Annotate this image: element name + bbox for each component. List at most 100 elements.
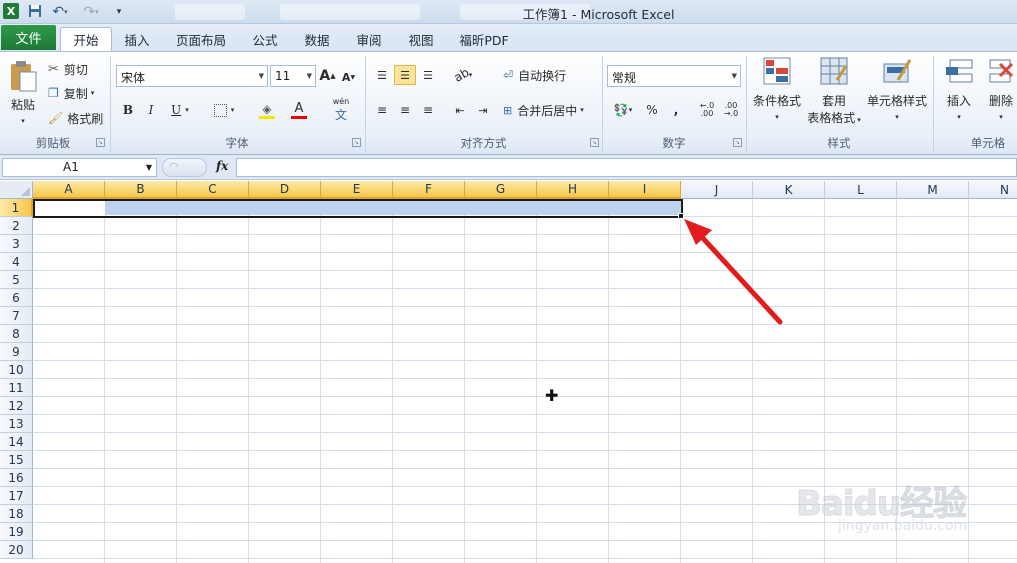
- font-size-value: 11: [275, 69, 291, 83]
- merge-center-button[interactable]: ⊞ 合并后居中 ▾: [503, 100, 597, 120]
- column-header-a[interactable]: A: [33, 181, 105, 199]
- row-header-4[interactable]: 4: [0, 253, 33, 271]
- column-header-l[interactable]: L: [825, 181, 897, 199]
- row-header-14[interactable]: 14: [0, 433, 33, 451]
- increase-indent-button[interactable]: ⇥: [473, 100, 493, 120]
- tab-foxit-pdf[interactable]: 福昕PDF: [452, 27, 516, 51]
- align-right-button[interactable]: ≡: [418, 100, 438, 120]
- font-name-select[interactable]: 宋体 ▼: [116, 65, 268, 87]
- cell-styles-button[interactable]: 单元格样式 ▾: [866, 56, 928, 132]
- orientation-button[interactable]: ab ▾: [448, 65, 478, 85]
- row-header-17[interactable]: 17: [0, 487, 33, 505]
- row-header-12[interactable]: 12: [0, 397, 33, 415]
- wrap-text-button[interactable]: ⏎ 自动换行: [503, 65, 583, 85]
- watermark-url: jingyan.baidu.com: [838, 518, 968, 534]
- column-header-e[interactable]: E: [321, 181, 393, 199]
- font-launcher-icon[interactable]: ↘: [352, 138, 361, 147]
- conditional-formatting-button[interactable]: 条件格式 ▾: [750, 56, 804, 132]
- align-middle-button[interactable]: ☰: [394, 65, 416, 85]
- row-header-1[interactable]: 1: [0, 199, 33, 217]
- row-header-7[interactable]: 7: [0, 307, 33, 325]
- column-header-f[interactable]: F: [393, 181, 465, 199]
- align-middle-icon: ☰: [400, 68, 410, 82]
- column-header-g[interactable]: G: [465, 181, 537, 199]
- column-header-b[interactable]: B: [105, 181, 177, 199]
- font-color-button[interactable]: A: [284, 100, 314, 120]
- font-name-value: 宋体: [121, 71, 146, 85]
- paste-button[interactable]: 粘贴 ▾: [6, 56, 40, 128]
- copy-button[interactable]: ❐ 复制 ▾: [48, 84, 108, 102]
- select-all-button[interactable]: [0, 181, 33, 199]
- align-top-button[interactable]: ☰: [372, 65, 392, 85]
- tab-view[interactable]: 视图: [399, 27, 443, 51]
- row-header-6[interactable]: 6: [0, 289, 33, 307]
- number-format-select[interactable]: 常规 ▼: [607, 65, 741, 87]
- row-header-3[interactable]: 3: [0, 235, 33, 253]
- align-center-button[interactable]: ≡: [395, 100, 415, 120]
- align-left-button[interactable]: ≡: [372, 100, 392, 120]
- row-header-10[interactable]: 10: [0, 361, 33, 379]
- delete-cells-button[interactable]: 删除 ▾: [982, 56, 1017, 132]
- decrease-decimal-button[interactable]: .00 →.0: [720, 100, 742, 120]
- tab-data[interactable]: 数据: [295, 27, 339, 51]
- column-header-k[interactable]: K: [753, 181, 825, 199]
- decrease-indent-button[interactable]: ⇤: [450, 100, 470, 120]
- increase-decimal-button[interactable]: ←.0 .00: [696, 100, 718, 120]
- tab-file[interactable]: 文件: [1, 25, 56, 50]
- row-header-13[interactable]: 13: [0, 415, 33, 433]
- column-header-n[interactable]: N: [969, 181, 1017, 199]
- clipboard-launcher-icon[interactable]: ↘: [96, 138, 105, 147]
- row-header-15[interactable]: 15: [0, 451, 33, 469]
- borders-button[interactable]: ▾: [208, 100, 240, 120]
- insert-function-icon[interactable]: fx: [216, 159, 228, 173]
- grow-font-button[interactable]: A ▲: [319, 66, 336, 86]
- row-header-9[interactable]: 9: [0, 343, 33, 361]
- column-header-c[interactable]: C: [177, 181, 249, 199]
- percent-style-button[interactable]: %: [642, 100, 662, 120]
- format-as-table-button[interactable]: 套用 表格格式 ▾: [804, 56, 864, 132]
- fill-handle[interactable]: [678, 213, 684, 219]
- selection-border: [33, 199, 683, 218]
- column-header-i[interactable]: I: [609, 181, 681, 199]
- column-header-m[interactable]: M: [897, 181, 969, 199]
- row-header-5[interactable]: 5: [0, 271, 33, 289]
- column-header-h[interactable]: H: [537, 181, 609, 199]
- bold-button[interactable]: B: [119, 100, 137, 120]
- name-box[interactable]: A1 ▼: [2, 158, 157, 177]
- title-bar: X ↶ ▾ ↷ ▾ ▾ 工作簿1 - Microsoft Excel: [0, 0, 1017, 24]
- row-header-16[interactable]: 16: [0, 469, 33, 487]
- conditional-formatting-icon: [763, 57, 791, 85]
- accounting-format-button[interactable]: 💱 ▾: [608, 100, 638, 120]
- row-header-11[interactable]: 11: [0, 379, 33, 397]
- row-header-19[interactable]: 19: [0, 523, 33, 541]
- merge-cells-icon: ⊞: [503, 103, 513, 117]
- row-header-2[interactable]: 2: [0, 217, 33, 235]
- tab-review[interactable]: 审阅: [347, 27, 391, 51]
- underline-button[interactable]: U ▾: [165, 100, 195, 120]
- paintbrush-icon: 🖌: [48, 111, 64, 125]
- align-bottom-button[interactable]: ☰: [418, 65, 438, 85]
- tab-page-layout[interactable]: 页面布局: [168, 27, 234, 51]
- formula-input[interactable]: [236, 158, 1017, 177]
- row-header-18[interactable]: 18: [0, 505, 33, 523]
- column-header-j[interactable]: J: [681, 181, 753, 199]
- font-size-select[interactable]: 11 ▼: [270, 65, 316, 87]
- wrap-text-label: 自动换行: [518, 68, 567, 83]
- insert-cells-button[interactable]: 插入 ▾: [940, 56, 978, 132]
- italic-button[interactable]: I: [142, 100, 160, 120]
- fill-color-button[interactable]: ◈: [252, 100, 282, 120]
- formula-bar-splitter[interactable]: ◠: [162, 158, 207, 177]
- row-header-20[interactable]: 20: [0, 541, 33, 559]
- comma-style-button[interactable]: ,: [666, 100, 686, 120]
- cut-button[interactable]: ✂ 剪切: [48, 60, 98, 78]
- alignment-launcher-icon[interactable]: ↘: [590, 138, 599, 147]
- tab-formulas[interactable]: 公式: [243, 27, 287, 51]
- tab-home[interactable]: 开始: [60, 27, 112, 51]
- format-painter-button[interactable]: 🖌 格式刷: [48, 109, 108, 127]
- tab-insert[interactable]: 插入: [115, 27, 159, 51]
- shrink-font-button[interactable]: A ▼: [340, 68, 357, 86]
- row-header-8[interactable]: 8: [0, 325, 33, 343]
- number-launcher-icon[interactable]: ↘: [733, 138, 742, 147]
- phonetic-guide-button[interactable]: wén 文: [326, 97, 356, 122]
- column-header-d[interactable]: D: [249, 181, 321, 199]
